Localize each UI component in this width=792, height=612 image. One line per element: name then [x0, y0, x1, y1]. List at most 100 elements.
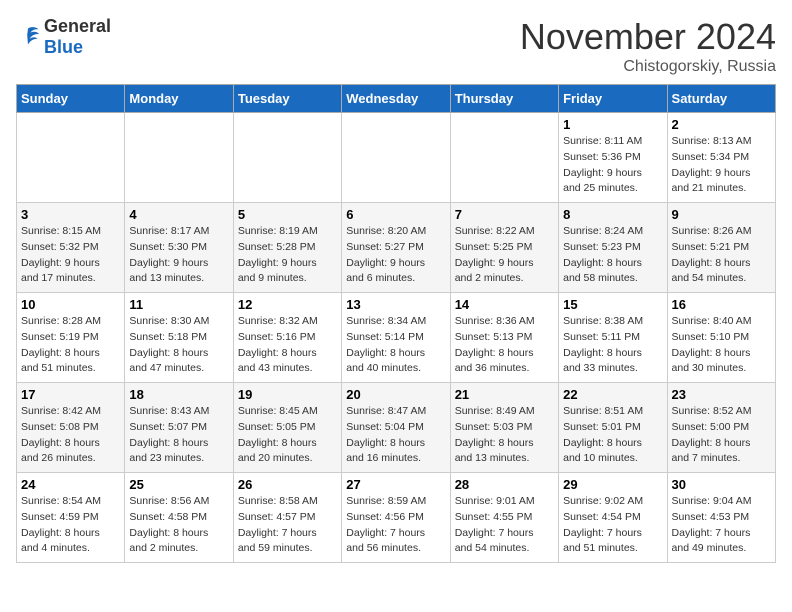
column-header-wednesday: Wednesday	[342, 85, 450, 113]
day-info: Sunrise: 8:15 AM Sunset: 5:32 PM Dayligh…	[21, 224, 120, 287]
column-header-sunday: Sunday	[17, 85, 125, 113]
day-info: Sunrise: 8:52 AM Sunset: 5:00 PM Dayligh…	[672, 404, 771, 467]
calendar-cell: 23 Sunrise: 8:52 AM Sunset: 5:00 PM Dayli…	[667, 383, 775, 473]
day-number: 25	[129, 477, 228, 492]
day-info: Sunrise: 8:38 AM Sunset: 5:11 PM Dayligh…	[563, 314, 662, 377]
day-number: 13	[346, 297, 445, 312]
calendar-cell: 4Sunrise: 8:17 AM Sunset: 5:30 PM Daylig…	[125, 203, 233, 293]
day-info: Sunrise: 8:32 AM Sunset: 5:16 PM Dayligh…	[238, 314, 337, 377]
calendar-table: SundayMondayTuesdayWednesdayThursdayFrid…	[16, 84, 776, 563]
calendar-cell: 2 Sunrise: 8:13 AM Sunset: 5:34 PM Daylig…	[667, 113, 775, 203]
day-number: 8	[563, 207, 662, 222]
calendar-cell	[450, 113, 558, 203]
calendar-cell: 5Sunrise: 8:19 AM Sunset: 5:28 PM Daylig…	[233, 203, 341, 293]
day-number: 29	[563, 477, 662, 492]
title-block: November 2024 Chistogorskiy, Russia	[520, 16, 776, 76]
day-info: Sunrise: 8:40 AM Sunset: 5:10 PM Dayligh…	[672, 314, 771, 377]
day-info: Sunrise: 8:28 AM Sunset: 5:19 PM Dayligh…	[21, 314, 120, 377]
day-number: 3	[21, 207, 120, 222]
column-header-thursday: Thursday	[450, 85, 558, 113]
month-title: November 2024	[520, 16, 776, 58]
day-number: 6	[346, 207, 445, 222]
calendar-cell: 30 Sunrise: 9:04 AM Sunset: 4:53 PM Dayli…	[667, 473, 775, 563]
calendar-cell: 8 Sunrise: 8:24 AM Sunset: 5:23 PM Daylig…	[559, 203, 667, 293]
day-info: Sunrise: 9:02 AM Sunset: 4:54 PM Dayligh…	[563, 494, 662, 557]
day-number: 23	[672, 387, 771, 402]
day-number: 28	[455, 477, 554, 492]
calendar-cell: 22Sunrise: 8:51 AM Sunset: 5:01 PM Dayli…	[559, 383, 667, 473]
column-header-saturday: Saturday	[667, 85, 775, 113]
calendar-cell: 16 Sunrise: 8:40 AM Sunset: 5:10 PM Dayli…	[667, 293, 775, 383]
day-info: Sunrise: 8:51 AM Sunset: 5:01 PM Dayligh…	[563, 404, 662, 467]
calendar-cell: 12 Sunrise: 8:32 AM Sunset: 5:16 PM Dayli…	[233, 293, 341, 383]
day-number: 7	[455, 207, 554, 222]
calendar-cell: 21 Sunrise: 8:49 AM Sunset: 5:03 PM Dayli…	[450, 383, 558, 473]
day-info: Sunrise: 9:04 AM Sunset: 4:53 PM Dayligh…	[672, 494, 771, 557]
calendar-cell	[17, 113, 125, 203]
calendar-cell: 26 Sunrise: 8:58 AM Sunset: 4:57 PM Dayli…	[233, 473, 341, 563]
day-info: Sunrise: 8:58 AM Sunset: 4:57 PM Dayligh…	[238, 494, 337, 557]
logo-icon	[16, 25, 40, 45]
day-info: Sunrise: 8:59 AM Sunset: 4:56 PM Dayligh…	[346, 494, 445, 557]
column-header-friday: Friday	[559, 85, 667, 113]
day-number: 11	[129, 297, 228, 312]
day-number: 12	[238, 297, 337, 312]
logo-general: General	[44, 16, 111, 36]
day-number: 21	[455, 387, 554, 402]
day-number: 15	[563, 297, 662, 312]
day-info: Sunrise: 8:47 AM Sunset: 5:04 PM Dayligh…	[346, 404, 445, 467]
day-info: Sunrise: 8:34 AM Sunset: 5:14 PM Dayligh…	[346, 314, 445, 377]
day-info: Sunrise: 8:43 AM Sunset: 5:07 PM Dayligh…	[129, 404, 228, 467]
week-row-2: 3 Sunrise: 8:15 AM Sunset: 5:32 PM Daylig…	[17, 203, 776, 293]
day-info: Sunrise: 8:49 AM Sunset: 5:03 PM Dayligh…	[455, 404, 554, 467]
location-title: Chistogorskiy, Russia	[520, 58, 776, 76]
week-row-4: 17 Sunrise: 8:42 AM Sunset: 5:08 PM Dayli…	[17, 383, 776, 473]
calendar-cell: 18 Sunrise: 8:43 AM Sunset: 5:07 PM Dayli…	[125, 383, 233, 473]
column-header-monday: Monday	[125, 85, 233, 113]
calendar-cell: 14Sunrise: 8:36 AM Sunset: 5:13 PM Dayli…	[450, 293, 558, 383]
calendar-cell: 27 Sunrise: 8:59 AM Sunset: 4:56 PM Dayli…	[342, 473, 450, 563]
calendar-header-row: SundayMondayTuesdayWednesdayThursdayFrid…	[17, 85, 776, 113]
day-number: 10	[21, 297, 120, 312]
day-info: Sunrise: 8:26 AM Sunset: 5:21 PM Dayligh…	[672, 224, 771, 287]
day-info: Sunrise: 8:22 AM Sunset: 5:25 PM Dayligh…	[455, 224, 554, 287]
logo-blue: Blue	[44, 37, 83, 57]
day-info: Sunrise: 8:42 AM Sunset: 5:08 PM Dayligh…	[21, 404, 120, 467]
day-info: Sunrise: 8:13 AM Sunset: 5:34 PM Dayligh…	[672, 134, 771, 197]
calendar-cell: 29 Sunrise: 9:02 AM Sunset: 4:54 PM Dayli…	[559, 473, 667, 563]
day-number: 20	[346, 387, 445, 402]
calendar-cell: 19 Sunrise: 8:45 AM Sunset: 5:05 PM Dayli…	[233, 383, 341, 473]
day-number: 9	[672, 207, 771, 222]
day-info: Sunrise: 8:24 AM Sunset: 5:23 PM Dayligh…	[563, 224, 662, 287]
calendar-cell: 1 Sunrise: 8:11 AM Sunset: 5:36 PM Daylig…	[559, 113, 667, 203]
day-info: Sunrise: 8:11 AM Sunset: 5:36 PM Dayligh…	[563, 134, 662, 197]
day-number: 14	[455, 297, 554, 312]
day-number: 17	[21, 387, 120, 402]
calendar-cell: 24 Sunrise: 8:54 AM Sunset: 4:59 PM Dayli…	[17, 473, 125, 563]
day-number: 1	[563, 117, 662, 132]
day-info: Sunrise: 8:54 AM Sunset: 4:59 PM Dayligh…	[21, 494, 120, 557]
page-header: General Blue November 2024 Chistogorskiy…	[16, 16, 776, 76]
day-number: 5	[238, 207, 337, 222]
day-number: 26	[238, 477, 337, 492]
calendar-cell: 3 Sunrise: 8:15 AM Sunset: 5:32 PM Daylig…	[17, 203, 125, 293]
day-number: 19	[238, 387, 337, 402]
calendar-cell: 9 Sunrise: 8:26 AM Sunset: 5:21 PM Daylig…	[667, 203, 775, 293]
calendar-cell: 6Sunrise: 8:20 AM Sunset: 5:27 PM Daylig…	[342, 203, 450, 293]
column-header-tuesday: Tuesday	[233, 85, 341, 113]
calendar-cell: 10 Sunrise: 8:28 AM Sunset: 5:19 PM Dayli…	[17, 293, 125, 383]
calendar-cell: 11Sunrise: 8:30 AM Sunset: 5:18 PM Dayli…	[125, 293, 233, 383]
day-number: 16	[672, 297, 771, 312]
calendar-cell: 25 Sunrise: 8:56 AM Sunset: 4:58 PM Dayli…	[125, 473, 233, 563]
day-number: 30	[672, 477, 771, 492]
day-number: 2	[672, 117, 771, 132]
calendar-cell: 13 Sunrise: 8:34 AM Sunset: 5:14 PM Dayli…	[342, 293, 450, 383]
day-info: Sunrise: 8:45 AM Sunset: 5:05 PM Dayligh…	[238, 404, 337, 467]
day-info: Sunrise: 8:56 AM Sunset: 4:58 PM Dayligh…	[129, 494, 228, 557]
week-row-3: 10 Sunrise: 8:28 AM Sunset: 5:19 PM Dayli…	[17, 293, 776, 383]
day-number: 27	[346, 477, 445, 492]
calendar-cell	[125, 113, 233, 203]
day-number: 18	[129, 387, 228, 402]
calendar-cell: 28Sunrise: 9:01 AM Sunset: 4:55 PM Dayli…	[450, 473, 558, 563]
day-number: 24	[21, 477, 120, 492]
